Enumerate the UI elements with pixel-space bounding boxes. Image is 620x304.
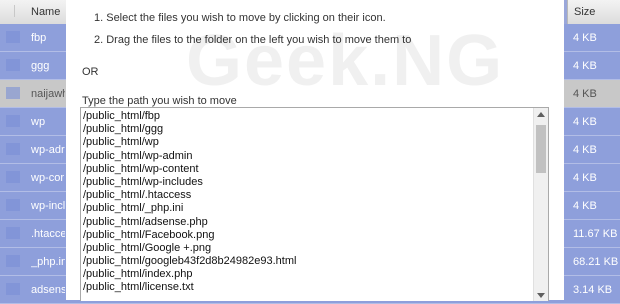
instruction-step-2: 2. Drag the files to the folder on the l… [94,34,412,46]
file-icon [6,283,20,295]
instruction-step-1: 1. Select the files you wish to move by … [94,12,386,24]
instructions-list: 1. Select the files you wish to move by … [94,11,411,55]
path-line: /public_html/googleb43f2d8b24982e93.html [83,255,297,268]
file-size: 4 KB [573,60,597,72]
file-size: 4 KB [573,144,597,156]
path-line: /public_html/ggg [83,123,164,136]
path-line: /public_html/wp-admin [83,149,193,162]
path-line: /public_html/.htaccess [83,189,192,202]
file-name: ggg [31,60,50,72]
folder-icon [6,31,20,43]
file-name: adsens [31,284,65,296]
path-line: /public_html/adsense.php [83,215,208,228]
name-header-label: Name [31,6,61,18]
file-name: _php.in [31,256,65,268]
folder-icon [6,59,20,71]
file-name: wp-cor [31,172,65,184]
path-input-label: Type the path you wish to move [82,95,237,107]
path-line: /public_html/license.txt [83,281,194,294]
file-size: 4 KB [573,200,597,212]
folder-icon [6,171,20,183]
file-size: 68.21 KB [573,256,619,268]
path-list: /public_html/fbp /public_html/ggg /publi… [83,110,296,295]
file-size: 4 KB [573,32,597,44]
scroll-down-icon[interactable] [537,293,545,298]
folder-icon [6,87,20,99]
scroll-up-icon[interactable] [537,112,545,117]
path-line: /public_html/_php.ini [83,202,184,215]
file-size: 11.67 KB [573,228,618,240]
file-name: wp-incl [31,200,65,212]
name-column-header[interactable]: Name [0,0,66,25]
or-label: OR [82,66,99,78]
file-icon [6,227,20,239]
path-textarea[interactable]: /public_html/fbp /public_html/ggg /publi… [80,107,549,301]
path-line: /public_html/fbp [83,110,161,122]
path-line: /public_html/wp [83,136,159,149]
file-name: .htacce [31,228,65,240]
file-size: 3.14 KB [573,284,613,296]
path-line: /public_html/wp-content [83,162,199,175]
folder-icon [6,115,20,127]
file-size: 4 KB [573,88,597,100]
folder-icon [6,143,20,155]
folder-icon [6,199,20,211]
size-column-header[interactable]: Size [567,0,620,25]
path-line: /public_html/index.php [83,268,193,281]
path-line: /public_html/Facebook.png [83,228,215,241]
path-line: /public_html/wp-includes [83,175,203,188]
file-name: fbp [31,32,47,44]
file-name: naijawh [31,88,65,100]
file-icon [6,255,20,267]
path-line: /public_html/Google +.png [83,241,212,254]
size-header-label: Size [574,6,596,18]
file-size: 4 KB [573,172,597,184]
scroll-thumb[interactable] [536,125,546,173]
file-name: wp [31,116,46,128]
move-files-dialog: Geek.NG 1. Select the files you wish to … [66,0,564,301]
select-all-checkbox[interactable] [4,5,15,17]
file-name: wp-adr [31,144,65,156]
file-size: 4 KB [573,116,597,128]
vertical-scrollbar[interactable] [533,108,548,301]
